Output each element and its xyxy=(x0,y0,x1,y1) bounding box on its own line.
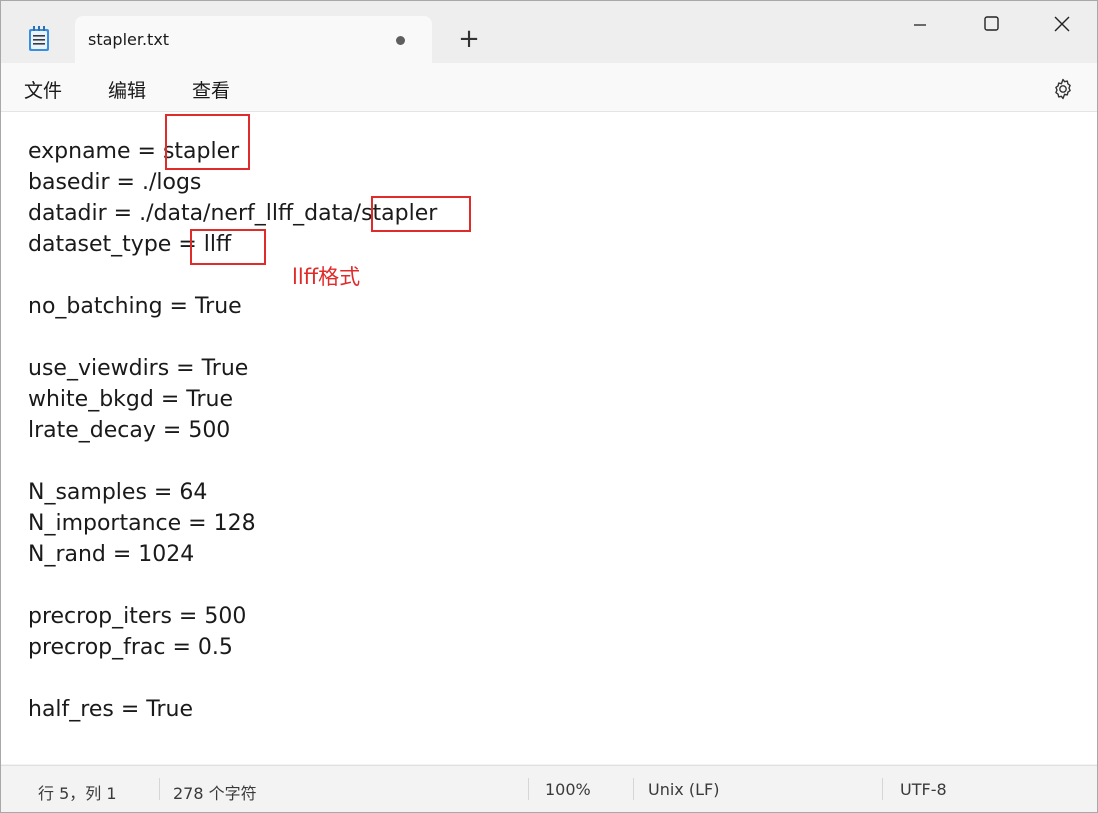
highlight-box-expname xyxy=(165,114,250,170)
menu-edit[interactable]: 编辑 xyxy=(108,76,146,103)
text-line: half_res = True xyxy=(28,697,193,722)
menu-file[interactable]: 文件 xyxy=(24,76,62,103)
status-divider xyxy=(633,778,634,800)
status-bar: 行 5，列 1 278 个字符 100% Unix (LF) UTF-8 xyxy=(1,765,1097,812)
maximize-button[interactable] xyxy=(968,11,1014,41)
text-editor[interactable]: expname = stapler basedir = ./logs datad… xyxy=(1,112,1097,764)
cursor-position: 行 5，列 1 xyxy=(38,784,117,803)
text-line: precrop_frac = 0.5 xyxy=(28,635,233,660)
close-button[interactable] xyxy=(1039,11,1085,41)
notepad-app-icon xyxy=(29,26,49,51)
tab-title: stapler.txt xyxy=(88,30,170,49)
status-divider xyxy=(159,778,160,800)
menu-bar: 文件 编辑 查看 xyxy=(1,63,1097,112)
annotation-text: llff格式 xyxy=(292,265,361,289)
text-line: no_batching = True xyxy=(28,294,242,319)
text-line: N_rand = 1024 xyxy=(28,542,195,567)
text-line: N_importance = 128 xyxy=(28,511,256,536)
highlight-box-dataset-type xyxy=(190,229,266,265)
title-bar: stapler.txt + xyxy=(1,1,1097,63)
settings-gear-icon[interactable] xyxy=(1051,77,1075,101)
text-line: lrate_decay = 500 xyxy=(28,418,231,443)
text-line: basedir = ./logs xyxy=(28,170,202,195)
character-count: 278 个字符 xyxy=(173,784,257,803)
text-line: use_viewdirs = True xyxy=(28,356,249,381)
minimize-button[interactable] xyxy=(896,11,942,41)
encoding[interactable]: UTF-8 xyxy=(900,780,947,799)
zoom-level[interactable]: 100% xyxy=(545,780,591,799)
line-ending[interactable]: Unix (LF) xyxy=(648,780,719,799)
unsaved-indicator-icon[interactable] xyxy=(396,36,405,45)
text-line: N_samples = 64 xyxy=(28,480,208,505)
text-line: white_bkgd = True xyxy=(28,387,233,412)
status-divider xyxy=(528,778,529,800)
text-line: precrop_iters = 500 xyxy=(28,604,247,629)
status-divider xyxy=(882,778,883,800)
menu-view[interactable]: 查看 xyxy=(192,76,230,103)
new-tab-button[interactable]: + xyxy=(456,26,482,54)
highlight-box-datadir xyxy=(371,196,471,232)
tab-stapler-txt[interactable]: stapler.txt xyxy=(75,16,432,63)
notepad-window: stapler.txt + 文件 编辑 查看 expname = stapler… xyxy=(0,0,1098,813)
